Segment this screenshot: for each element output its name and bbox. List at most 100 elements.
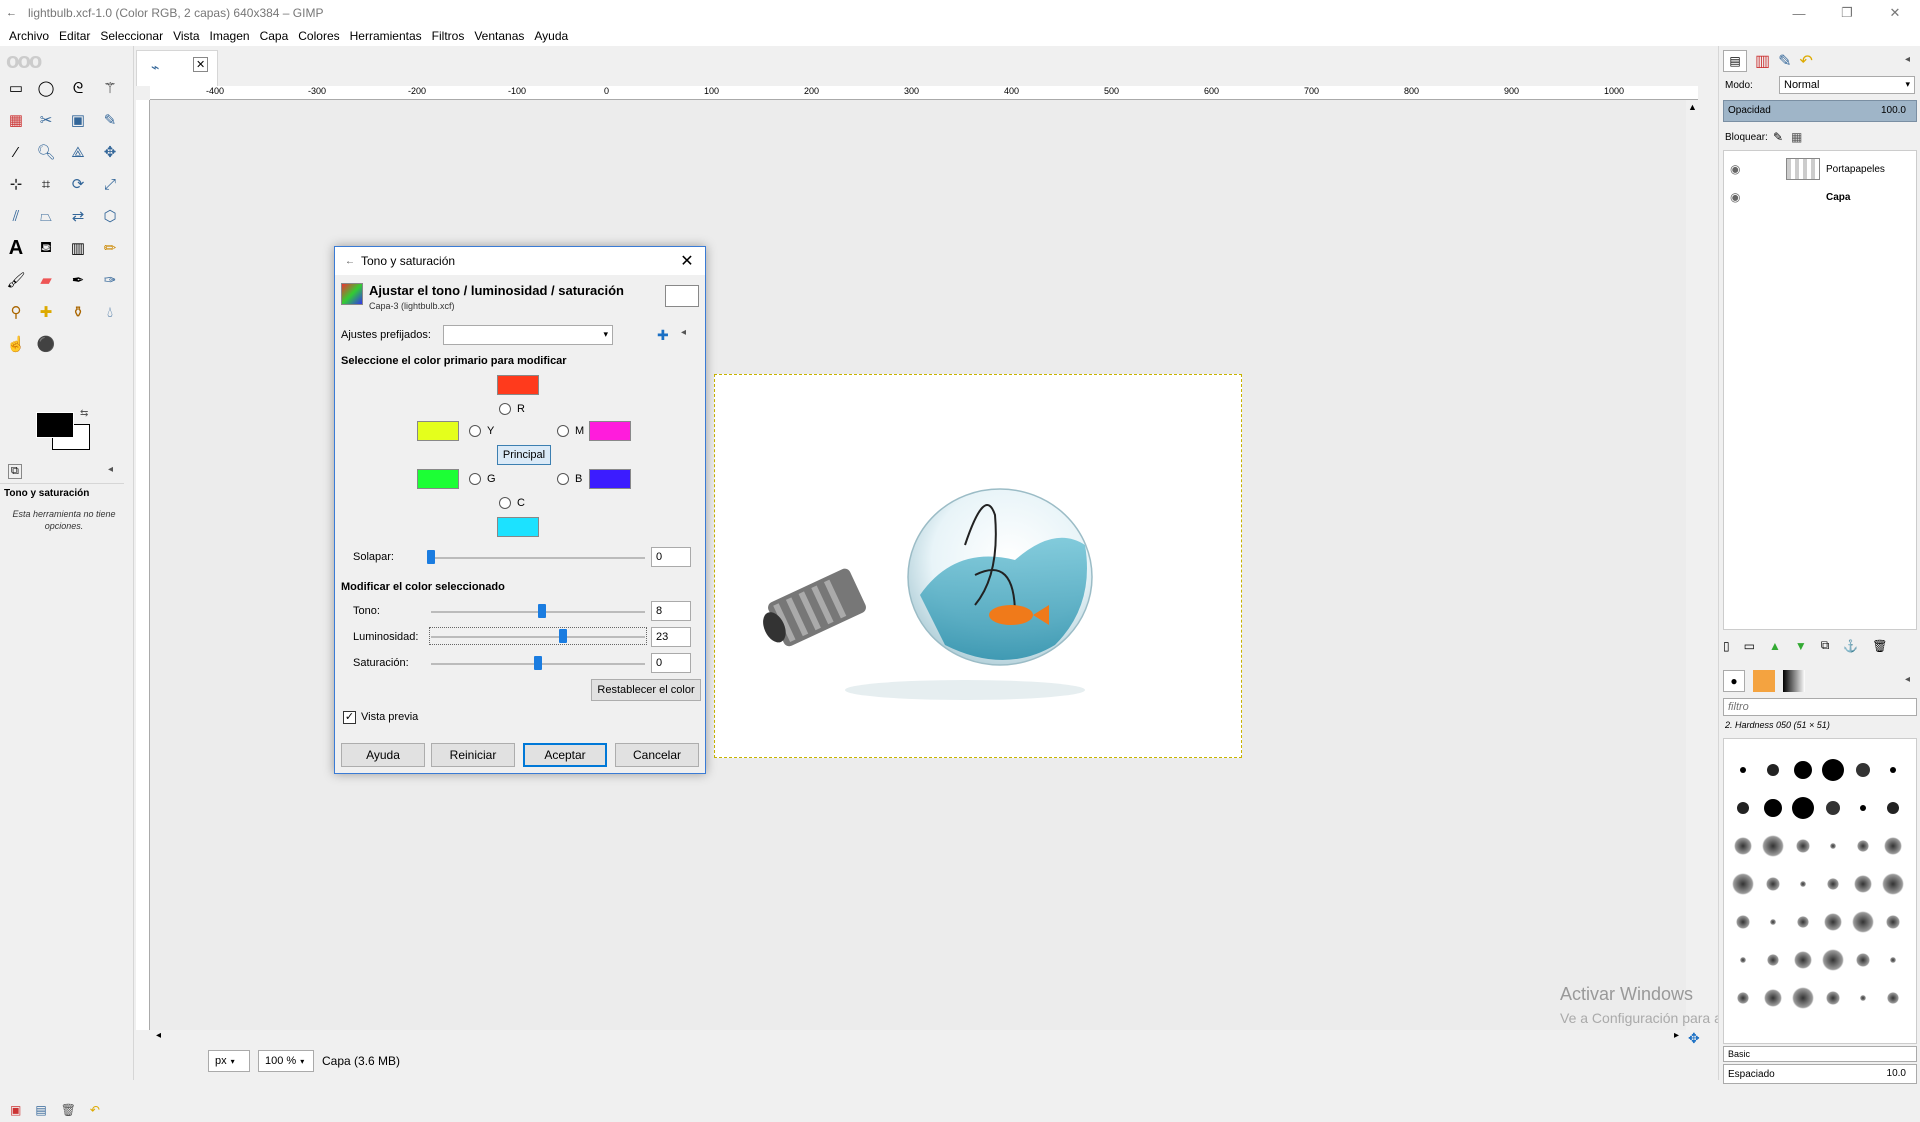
paintbrush-icon[interactable]: 🖌︎: [4, 268, 28, 292]
dialog-close-button[interactable]: ✕: [675, 249, 699, 273]
perspective-clone-icon[interactable]: ⚱: [66, 300, 90, 324]
new-layer-icon[interactable]: ▯: [1723, 639, 1730, 653]
shear-icon[interactable]: ⫽: [4, 204, 28, 228]
brush-preset[interactable]: [1796, 839, 1810, 853]
menu-ayuda[interactable]: Ayuda: [534, 29, 568, 43]
brush-preset[interactable]: [1737, 802, 1749, 814]
brush-preset[interactable]: [1856, 763, 1870, 777]
foreground-select-icon[interactable]: ▣: [66, 108, 90, 132]
paths-tab-icon[interactable]: ✎: [1778, 51, 1791, 71]
brush-preset[interactable]: [1800, 881, 1806, 887]
radio-blue[interactable]: [557, 473, 569, 485]
brush-preset[interactable]: [1740, 957, 1746, 963]
minimize-button[interactable]: —: [1776, 0, 1822, 26]
new-group-icon[interactable]: ▭: [1744, 639, 1755, 653]
brush-preset[interactable]: [1732, 873, 1754, 895]
menu-herramientas[interactable]: Herramientas: [350, 29, 422, 43]
saturation-slider-handle[interactable]: [534, 656, 542, 670]
lightness-spin[interactable]: 23: [651, 627, 691, 647]
red-swatch[interactable]: [497, 375, 539, 395]
brush-preset[interactable]: [1737, 992, 1749, 1004]
brush-preset[interactable]: [1764, 989, 1782, 1007]
dodge-burn-icon[interactable]: ⚫: [34, 332, 58, 356]
text-tool-icon[interactable]: A: [4, 236, 28, 260]
brush-preset[interactable]: [1794, 951, 1812, 969]
delete-options-icon[interactable]: 🗑︎: [61, 1103, 76, 1117]
brush-preset[interactable]: [1826, 801, 1840, 815]
ok-button[interactable]: Aceptar: [523, 743, 607, 767]
patterns-tab-icon[interactable]: [1753, 670, 1775, 692]
save-options-icon[interactable]: ▣: [10, 1103, 21, 1117]
brush-preset[interactable]: [1827, 878, 1839, 890]
zoom-icon[interactable]: 🔍︎: [34, 140, 58, 164]
hue-slider-handle[interactable]: [538, 604, 547, 618]
brush-preset[interactable]: [1792, 797, 1814, 819]
vertical-scrollbar[interactable]: ▲: [1686, 100, 1700, 1030]
layers-tab-icon[interactable]: ▤: [1723, 50, 1747, 72]
yellow-swatch[interactable]: [417, 421, 459, 441]
brush-preset[interactable]: [1824, 913, 1842, 931]
menu-ventanas[interactable]: Ventanas: [474, 29, 524, 43]
smudge-icon[interactable]: ☝: [4, 332, 28, 356]
delete-layer-icon[interactable]: 🗑︎: [1872, 639, 1887, 653]
align-icon[interactable]: ⊹: [4, 172, 28, 196]
magenta-swatch[interactable]: [589, 421, 631, 441]
radio-yellow[interactable]: [469, 425, 481, 437]
brush-preset[interactable]: [1887, 802, 1899, 814]
ellipse-select-icon[interactable]: ◯: [34, 76, 58, 100]
brush-preset[interactable]: [1767, 764, 1779, 776]
brush-preset[interactable]: [1770, 919, 1776, 925]
saturation-spin[interactable]: 0: [651, 653, 691, 673]
maximize-button[interactable]: ❐: [1824, 0, 1870, 26]
layer-row[interactable]: ◉ Portapapeles: [1724, 155, 1916, 183]
menu-vista[interactable]: Vista: [173, 29, 199, 43]
horizontal-scrollbar[interactable]: ◂ ▸: [150, 1030, 1686, 1044]
paths-icon[interactable]: ✎: [98, 108, 122, 132]
brush-preset[interactable]: [1882, 873, 1904, 895]
brush-preset[interactable]: [1797, 916, 1809, 928]
brush-preset[interactable]: [1826, 991, 1840, 1005]
preset-menu-icon[interactable]: ◂: [681, 327, 686, 338]
brush-preset[interactable]: [1887, 992, 1899, 1004]
reset-button[interactable]: Reiniciar: [431, 743, 515, 767]
brush-preset[interactable]: [1822, 949, 1844, 971]
brush-preset[interactable]: [1886, 915, 1900, 929]
image-canvas[interactable]: [714, 374, 1242, 758]
gradients-tab-icon[interactable]: [1783, 670, 1805, 692]
clone-icon[interactable]: ⚲: [4, 300, 28, 324]
hue-spin[interactable]: 8: [651, 601, 691, 621]
brushes-tab-icon[interactable]: ●: [1723, 670, 1745, 692]
preview-checkbox[interactable]: ✓: [343, 711, 356, 724]
brush-preset[interactable]: [1792, 987, 1814, 1009]
free-select-icon[interactable]: ᘓ: [66, 76, 90, 100]
lock-alpha-icon[interactable]: ▦: [1791, 130, 1802, 144]
lightness-slider-track[interactable]: [431, 636, 645, 638]
swap-colors-icon[interactable]: ⇆: [80, 408, 88, 419]
crop-icon[interactable]: ⌗: [34, 172, 58, 196]
scroll-up-icon[interactable]: ▲: [1688, 102, 1697, 112]
master-button[interactable]: Principal: [497, 445, 551, 465]
menu-editar[interactable]: Editar: [59, 29, 90, 43]
configure-tab-icon[interactable]: ◂: [108, 464, 113, 475]
eye-icon[interactable]: ◉: [1730, 162, 1748, 176]
brush-preset[interactable]: [1890, 957, 1896, 963]
lock-pixels-icon[interactable]: ✎: [1773, 130, 1783, 144]
brush-preset[interactable]: [1884, 837, 1902, 855]
overlap-spin[interactable]: 0: [651, 547, 691, 567]
duplicate-layer-icon[interactable]: ⧉: [1821, 638, 1830, 653]
close-tab-icon[interactable]: ✕: [193, 57, 209, 72]
restore-options-icon[interactable]: ▤: [35, 1103, 46, 1117]
pencil-icon[interactable]: ✏: [98, 236, 122, 260]
scale-icon[interactable]: ⤢: [98, 172, 122, 196]
brush-preset[interactable]: [1822, 759, 1844, 781]
brush-preset[interactable]: [1764, 799, 1782, 817]
brush-filter-input[interactable]: [1723, 698, 1917, 716]
measure-icon[interactable]: ⟁: [66, 140, 90, 164]
brush-preset[interactable]: [1857, 840, 1869, 852]
close-window-button[interactable]: ✕: [1872, 0, 1918, 26]
menu-archivo[interactable]: Archivo: [9, 29, 49, 43]
overlap-slider-track[interactable]: [431, 557, 645, 559]
bucket-fill-icon[interactable]: ⛾: [34, 236, 58, 260]
rect-select-icon[interactable]: ▭: [4, 76, 28, 100]
opacity-slider[interactable]: Opacidad 100.0: [1723, 100, 1917, 122]
